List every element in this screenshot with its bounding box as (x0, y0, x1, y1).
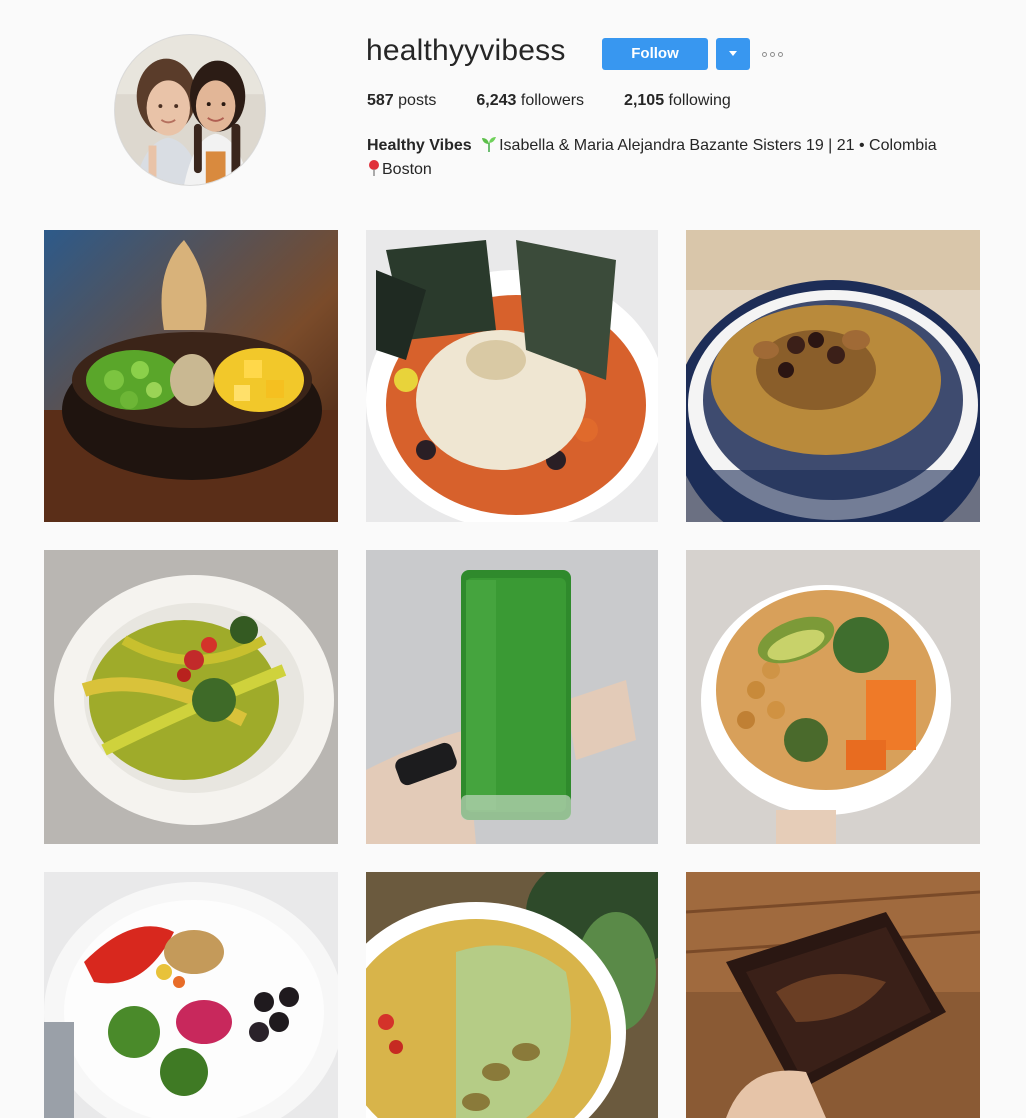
curry-bowl-image (366, 872, 658, 1118)
post-thumbnail-acai-bowl[interactable] (44, 230, 338, 522)
post-thumbnail-curry-bowl[interactable] (366, 872, 658, 1118)
profile-stats: 587 posts 6,243 followers 2,105 followin… (367, 92, 771, 110)
following-label: following (668, 92, 731, 109)
rice-seaweed-bowl-image (366, 230, 658, 522)
username: healthyyvibess (366, 34, 566, 67)
post-thumbnail-zucchini-noodles[interactable] (44, 550, 338, 844)
zucchini-noodles-image (44, 550, 338, 844)
profile-page: healthyyvibess Follow 587 posts 6,243 fo… (0, 0, 1026, 1118)
following-link[interactable]: 2,105 following (624, 92, 731, 110)
chevron-down-icon (729, 51, 737, 56)
veggie-plate-image (44, 872, 338, 1118)
brownie-image (686, 872, 980, 1118)
posts-count-value: 587 (367, 92, 394, 109)
seedling-icon (482, 137, 497, 152)
bio-text: Isabella & Maria Alejandra Bazante Siste… (499, 137, 937, 154)
post-thumbnail-veggie-plate[interactable] (44, 872, 338, 1118)
green-smoothie-image (366, 550, 658, 844)
posts-count-label: posts (398, 92, 437, 109)
follow-button[interactable]: Follow (602, 38, 708, 70)
profile-avatar[interactable] (114, 34, 266, 186)
followers-label: followers (520, 92, 585, 109)
suggested-dropdown-button[interactable] (716, 38, 750, 70)
post-thumbnail-oatmeal-bowl[interactable] (686, 230, 980, 522)
oatmeal-bowl-image (686, 230, 980, 522)
location-pin-icon (369, 160, 379, 176)
post-thumbnail-brownie[interactable] (686, 872, 980, 1118)
more-options-icon[interactable] (762, 46, 792, 62)
bio-location: Boston (382, 161, 432, 178)
followers-count-value: 6,243 (476, 92, 517, 109)
post-thumbnail-rice-bowl[interactable] (366, 230, 658, 522)
post-thumbnail-chickpea-bowl[interactable] (686, 550, 980, 844)
posts-count: 587 posts (367, 92, 436, 110)
chickpea-bowl-image (686, 550, 980, 844)
post-thumbnail-green-smoothie[interactable] (366, 550, 658, 844)
acai-bowl-image (44, 230, 338, 522)
followers-link[interactable]: 6,243 followers (476, 92, 584, 110)
profile-bio: Healthy Vibes Isabella & Maria Alejandra… (367, 134, 997, 182)
profile-full-name: Healthy Vibes (367, 137, 472, 154)
avatar-photo (115, 35, 265, 185)
following-count-value: 2,105 (624, 92, 665, 109)
